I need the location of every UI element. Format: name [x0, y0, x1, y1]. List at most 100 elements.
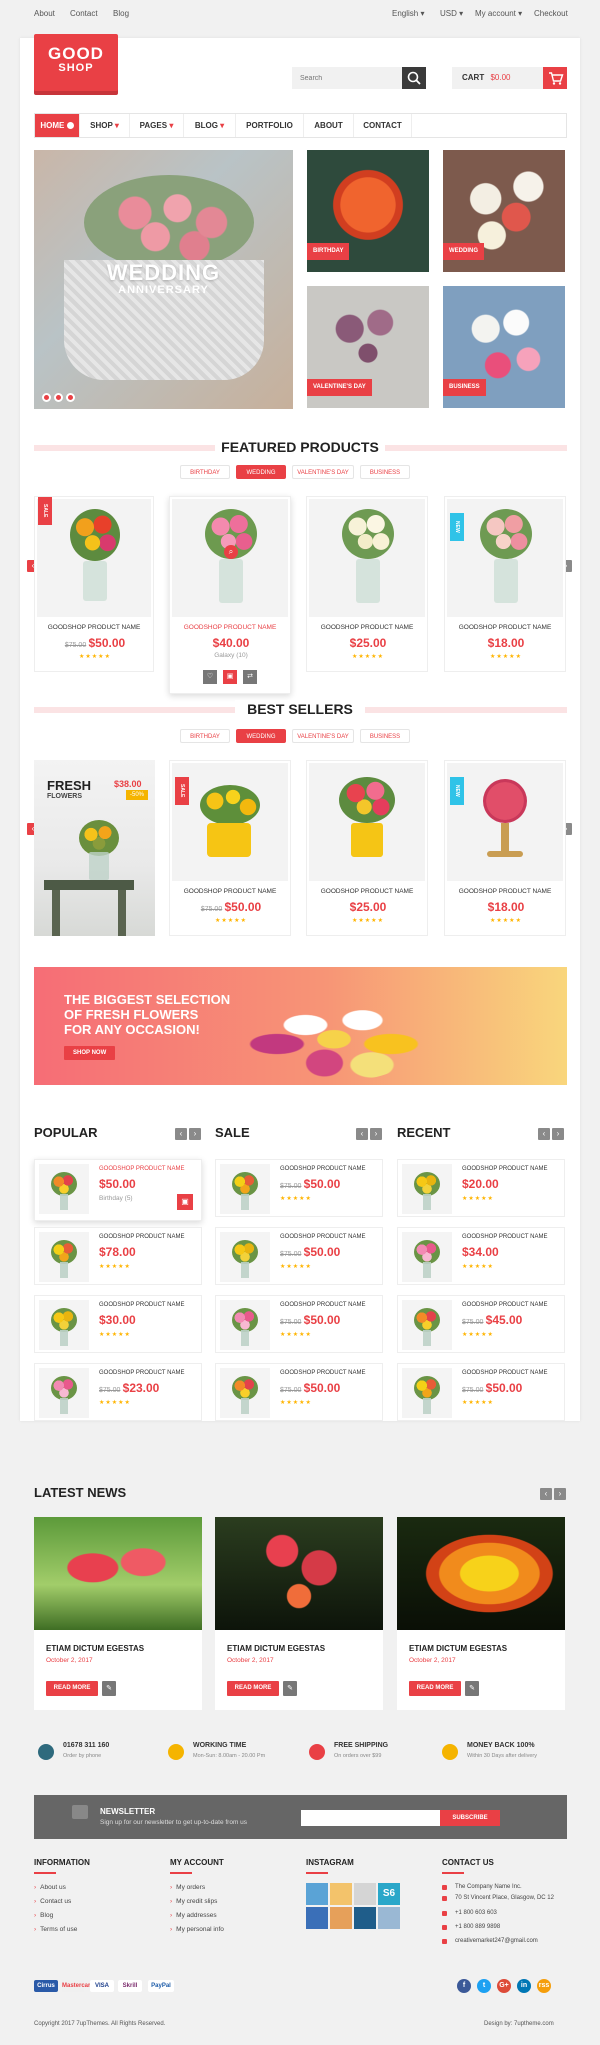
footer-link[interactable]: My personal info	[170, 1926, 224, 1933]
news-card[interactable]: ETIAM DICTUM EGESTAS October 2, 2017 REA…	[215, 1517, 383, 1710]
nav-home[interactable]: HOME	[35, 114, 80, 137]
news-image[interactable]	[397, 1517, 565, 1630]
bestsellers-tab-business[interactable]: BUSINESS	[360, 729, 410, 743]
list-item-name[interactable]: GOODSHOP PRODUCT NAME	[280, 1166, 365, 1172]
news-card[interactable]: ETIAM DICTUM EGESTAS October 2, 2017 REA…	[397, 1517, 565, 1710]
instagram-photo[interactable]: S6	[378, 1883, 400, 1905]
nav-portfolio[interactable]: PORTFOLIO	[236, 114, 304, 137]
featured-tab-business[interactable]: BUSINESS	[360, 465, 410, 479]
list-item[interactable]: GOODSHOP PRODUCT NAME $34.00 ★★★★★	[397, 1227, 565, 1285]
bestsellers-tab-wedding[interactable]: WEDDING	[236, 729, 286, 743]
list-prev-arrow[interactable]: ‹	[538, 1128, 550, 1140]
category-tile-wedding[interactable]: WEDDING	[443, 150, 565, 272]
list-item[interactable]: GOODSHOP PRODUCT NAME $75.00 $50.00 ★★★★…	[215, 1227, 383, 1285]
top-link-about[interactable]: About	[34, 9, 55, 18]
instagram-photo[interactable]	[306, 1907, 328, 1929]
list-next-arrow[interactable]: ›	[189, 1128, 201, 1140]
shop-now-button[interactable]: SHOP NOW	[64, 1046, 116, 1060]
cart-button[interactable]	[543, 67, 567, 89]
add-to-cart-button[interactable]: ▣	[223, 670, 237, 684]
footer-link[interactable]: Terms of use	[34, 1926, 77, 1933]
comment-button[interactable]: ✎	[102, 1681, 116, 1696]
list-item[interactable]: GOODSHOP PRODUCT NAME $50.00 Birthday (5…	[34, 1159, 202, 1221]
product-card[interactable]: NEW GOODSHOP PRODUCT NAME $18.00 ★★★★★	[444, 496, 566, 672]
product-name[interactable]: GOODSHOP PRODUCT NAME	[307, 888, 427, 895]
social-gplus-icon[interactable]: G+	[497, 1979, 511, 1993]
list-item-name[interactable]: GOODSHOP PRODUCT NAME	[99, 1302, 184, 1308]
list-item-name[interactable]: GOODSHOP PRODUCT NAME	[99, 1234, 184, 1240]
nav-blog[interactable]: BLOG ▾	[184, 114, 236, 137]
read-more-button[interactable]: READ MORE	[46, 1681, 98, 1696]
social-in-icon[interactable]: in	[517, 1979, 531, 1993]
list-item-name[interactable]: GOODSHOP PRODUCT NAME	[462, 1166, 547, 1172]
list-item-name[interactable]: GOODSHOP PRODUCT NAME	[462, 1302, 547, 1308]
news-prev-arrow[interactable]: ‹	[540, 1488, 552, 1500]
quick-view-icon[interactable]: ⌕	[224, 545, 238, 559]
compare-button[interactable]: ⇄	[243, 670, 257, 684]
list-item[interactable]: GOODSHOP PRODUCT NAME $75.00 $50.00 ★★★★…	[215, 1295, 383, 1353]
news-item-title[interactable]: ETIAM DICTUM EGESTAS	[227, 1644, 325, 1653]
search-button[interactable]	[402, 67, 426, 89]
logo[interactable]: GOOD SHOP	[34, 34, 118, 91]
list-item[interactable]: GOODSHOP PRODUCT NAME $75.00 $45.00 ★★★★…	[397, 1295, 565, 1353]
footer-link[interactable]: Contact us	[34, 1898, 71, 1905]
nav-contact[interactable]: CONTACT	[354, 114, 412, 137]
footer-link[interactable]: My addresses	[170, 1912, 216, 1919]
product-name[interactable]: GOODSHOP PRODUCT NAME	[170, 624, 290, 631]
subscribe-button[interactable]: SUBSCRIBE	[440, 1810, 500, 1826]
product-name[interactable]: GOODSHOP PRODUCT NAME	[445, 888, 565, 895]
list-item[interactable]: GOODSHOP PRODUCT NAME $30.00 ★★★★★	[34, 1295, 202, 1353]
list-item-name[interactable]: GOODSHOP PRODUCT NAME	[280, 1370, 365, 1376]
featured-tab-valentines[interactable]: VALENTINE'S DAY	[292, 465, 354, 479]
news-image[interactable]	[34, 1517, 202, 1630]
list-item-name[interactable]: GOODSHOP PRODUCT NAME	[99, 1166, 184, 1172]
hero-slider[interactable]: WEDDING ANNIVERSARY	[34, 150, 293, 409]
instagram-photo[interactable]	[306, 1883, 328, 1905]
product-card[interactable]: ⌕ GOODSHOP PRODUCT NAME $40.00 Galaxy (1…	[169, 496, 291, 694]
add-to-cart-button[interactable]: ▣	[177, 1194, 193, 1210]
slider-dot-2[interactable]	[54, 393, 63, 402]
social-t-icon[interactable]: t	[477, 1979, 491, 1993]
bestsellers-tab-birthday[interactable]: BIRTHDAY	[180, 729, 230, 743]
top-link-checkout[interactable]: Checkout	[534, 9, 568, 18]
news-next-arrow[interactable]: ›	[554, 1488, 566, 1500]
language-select[interactable]: English ▾	[392, 9, 425, 18]
list-item[interactable]: GOODSHOP PRODUCT NAME $75.00 $50.00 ★★★★…	[397, 1363, 565, 1421]
promo-banner[interactable]: THE BIGGEST SELECTION OF FRESH FLOWERS F…	[34, 967, 567, 1085]
bestsellers-tab-valentines[interactable]: VALENTINE'S DAY	[292, 729, 354, 743]
product-name[interactable]: GOODSHOP PRODUCT NAME	[170, 888, 290, 895]
nav-about[interactable]: ABOUT	[304, 114, 354, 137]
featured-tab-wedding[interactable]: WEDDING	[236, 465, 286, 479]
product-card[interactable]: SALE GOODSHOP PRODUCT NAME $75.00 $50.00…	[169, 760, 291, 936]
promo-fresh-flowers[interactable]: FRESH FLOWERS $38.00 -50%	[34, 760, 155, 936]
list-item[interactable]: GOODSHOP PRODUCT NAME $75.00 $50.00 ★★★★…	[215, 1363, 383, 1421]
currency-select[interactable]: USD ▾	[440, 9, 463, 18]
category-tile-business[interactable]: BUSINESS	[443, 286, 565, 408]
design-credit[interactable]: Design by: 7uptheme.com	[484, 2021, 554, 2027]
list-item-name[interactable]: GOODSHOP PRODUCT NAME	[462, 1234, 547, 1240]
slider-dot-3[interactable]	[66, 393, 75, 402]
comment-button[interactable]: ✎	[465, 1681, 479, 1696]
list-item[interactable]: GOODSHOP PRODUCT NAME $75.00 $50.00 ★★★★…	[215, 1159, 383, 1217]
footer-link[interactable]: My credit slips	[170, 1898, 217, 1905]
instagram-photo[interactable]	[330, 1883, 352, 1905]
footer-link[interactable]: Blog	[34, 1912, 53, 1919]
social-rss-icon[interactable]: rss	[537, 1979, 551, 1993]
product-name[interactable]: GOODSHOP PRODUCT NAME	[35, 624, 153, 631]
category-tile-birthday[interactable]: BIRTHDAY	[307, 150, 429, 272]
top-link-blog[interactable]: Blog	[113, 9, 129, 18]
instagram-photo[interactable]	[354, 1907, 376, 1929]
list-item[interactable]: GOODSHOP PRODUCT NAME $20.00 ★★★★★	[397, 1159, 565, 1217]
nav-pages[interactable]: PAGES ▾	[130, 114, 184, 137]
product-card[interactable]: NEW GOODSHOP PRODUCT NAME $18.00 ★★★★★	[444, 760, 566, 936]
instagram-photo[interactable]	[378, 1907, 400, 1929]
comment-button[interactable]: ✎	[283, 1681, 297, 1696]
product-card[interactable]: GOODSHOP PRODUCT NAME $25.00 ★★★★★	[306, 760, 428, 936]
category-tile-valentines[interactable]: VALENTINE'S DAY	[307, 286, 429, 408]
footer-link[interactable]: About us	[34, 1884, 66, 1891]
list-item-name[interactable]: GOODSHOP PRODUCT NAME	[280, 1302, 365, 1308]
read-more-button[interactable]: READ MORE	[409, 1681, 461, 1696]
list-prev-arrow[interactable]: ‹	[356, 1128, 368, 1140]
top-link-contact[interactable]: Contact	[70, 9, 98, 18]
read-more-button[interactable]: READ MORE	[227, 1681, 279, 1696]
